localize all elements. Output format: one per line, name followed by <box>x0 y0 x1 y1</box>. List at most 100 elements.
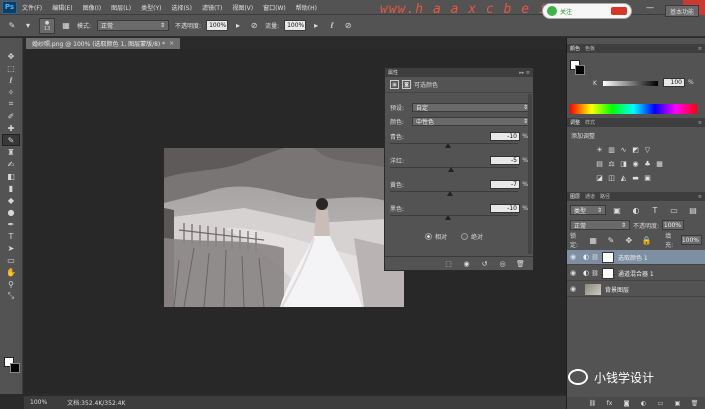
preset-select[interactable]: 自定 ⇕ <box>412 102 532 112</box>
new-adjustment-icon[interactable]: ◐ <box>639 399 648 408</box>
adjustment-icon[interactable]: ▣ <box>390 80 399 89</box>
crop-tool-icon[interactable]: ⌗ <box>2 98 20 110</box>
new-group-icon[interactable]: ▭ <box>656 399 665 408</box>
color-spectrum[interactable] <box>570 104 697 114</box>
black-track[interactable] <box>390 215 518 220</box>
clone-stamp-tool-icon[interactable]: ♜ <box>2 146 20 158</box>
levels-icon[interactable]: ▥ <box>607 145 616 154</box>
eye-icon[interactable]: ◉ <box>567 253 579 261</box>
pressure-opacity-icon[interactable]: ⊘ <box>248 20 260 32</box>
airbrush-icon[interactable]: ℓ <box>326 20 338 32</box>
tool-preset-dropdown-icon[interactable]: ▾ <box>22 20 34 32</box>
magenta-track[interactable] <box>390 167 518 172</box>
cyan-track[interactable] <box>390 143 518 148</box>
switch-colors-icon[interactable]: ⤡ <box>2 290 20 302</box>
absolute-radio[interactable]: 绝对 <box>461 232 483 241</box>
chevron-down-icon[interactable]: ▸ <box>232 20 244 32</box>
clip-to-layer-icon[interactable]: ⬚ <box>444 259 453 268</box>
layer-row[interactable]: ◉ 背景图层 <box>567 282 705 297</box>
layer-opacity-input[interactable]: 100% <box>662 220 685 230</box>
lock-all-icon[interactable]: 🔒 <box>641 234 652 246</box>
eraser-tool-icon[interactable]: ◧ <box>2 170 20 182</box>
chevron-down-icon[interactable]: ▸ <box>310 20 322 32</box>
document-image[interactable] <box>164 148 404 307</box>
colors-select[interactable]: 中性色 ⇕ <box>412 116 532 126</box>
zoom-level[interactable]: 100% <box>30 399 47 406</box>
tab-color[interactable]: 颜色 <box>570 45 580 52</box>
blur-tool-icon[interactable]: ◆ <box>2 194 20 206</box>
menu-window[interactable]: 窗口(W) <box>258 3 291 12</box>
menu-type[interactable]: 类型(Y) <box>136 3 166 12</box>
lock-transparency-icon[interactable]: ▦ <box>588 234 599 246</box>
background-color[interactable] <box>575 65 585 75</box>
exposure-icon[interactable]: ◩ <box>631 145 640 154</box>
kind-filter-select[interactable]: 类型 ⇕ <box>570 205 606 215</box>
brush-panel-icon[interactable]: ▦ <box>60 20 72 32</box>
layer-thumbnail[interactable] <box>585 283 601 295</box>
menu-help[interactable]: 帮助(H) <box>291 3 322 12</box>
background-color[interactable] <box>10 363 20 373</box>
hue-saturation-icon[interactable]: ▤ <box>595 159 604 168</box>
invert-icon[interactable]: ◪ <box>595 173 604 182</box>
blend-mode-select[interactable]: 正常 ⇕ <box>570 220 630 230</box>
path-select-tool-icon[interactable]: ➤ <box>2 242 20 254</box>
color-balance-icon[interactable]: ⚖ <box>607 159 616 168</box>
visibility-icon[interactable]: ◎ <box>498 259 507 268</box>
threshold-icon[interactable]: ◭ <box>619 173 628 182</box>
lock-pixels-icon[interactable]: ✎ <box>606 234 617 246</box>
magenta-thumb[interactable] <box>447 167 454 172</box>
panel-menu-icon[interactable]: ≡ <box>698 194 702 200</box>
tab-channels[interactable]: 通道 <box>585 193 595 200</box>
menu-image[interactable]: 图像(I) <box>78 3 106 12</box>
lasso-tool-icon[interactable]: ℓ <box>2 74 20 86</box>
yellow-track[interactable] <box>390 191 518 196</box>
properties-scrollbar[interactable] <box>528 94 532 254</box>
selective-color-icon[interactable]: ▣ <box>643 173 652 182</box>
panel-menu-icon[interactable]: ▸▸ ≡ <box>519 70 530 76</box>
history-brush-tool-icon[interactable]: ✍ <box>2 158 20 170</box>
brightness-icon[interactable]: ☀ <box>595 145 604 154</box>
add-mask-icon[interactable]: ◙ <box>622 399 631 408</box>
opacity-input[interactable]: 100% <box>206 20 229 31</box>
brush-tool-icon[interactable]: ✎ <box>2 134 20 146</box>
tab-styles[interactable]: 样式 <box>585 119 595 126</box>
menu-layer[interactable]: 图层(L) <box>106 3 136 12</box>
properties-tab[interactable]: 属性 <box>388 69 398 76</box>
link-layers-icon[interactable]: ⛓ <box>588 399 597 408</box>
color-lookup-icon[interactable]: ▦ <box>655 159 664 168</box>
layer-row[interactable]: ◉ ◐ ⛓ 选取颜色 1 <box>567 250 705 265</box>
gradient-map-icon[interactable]: ▬ <box>631 173 640 182</box>
minimize-button[interactable]: — <box>639 0 661 15</box>
shape-tool-icon[interactable]: ▭ <box>2 254 20 266</box>
color-swatches[interactable] <box>4 357 22 375</box>
black-input[interactable]: -10 <box>490 203 520 213</box>
cyan-input[interactable]: -10 <box>490 131 520 141</box>
tab-swatches[interactable]: 色板 <box>585 45 595 52</box>
black-thumb[interactable] <box>444 215 451 220</box>
eyedropper-tool-icon[interactable]: ✐ <box>2 110 20 122</box>
k-slider[interactable] <box>603 81 658 86</box>
menu-file[interactable]: 文件(F) <box>17 3 47 12</box>
eye-icon[interactable]: ◉ <box>567 269 579 277</box>
channel-mixer-icon[interactable]: ♣ <box>643 159 652 168</box>
vibrance-icon[interactable]: ▽ <box>643 145 652 154</box>
pixel-filter-icon[interactable]: ▣ <box>611 204 623 216</box>
move-tool-icon[interactable]: ✥ <box>2 50 20 62</box>
pen-tool-icon[interactable]: ✒ <box>2 218 20 230</box>
panel-menu-icon[interactable]: ≡ <box>698 46 702 52</box>
menu-select[interactable]: 选择(S) <box>166 3 197 12</box>
zoom-tool-icon[interactable]: ⚲ <box>2 278 20 290</box>
mask-icon[interactable]: ◙ <box>402 80 411 89</box>
brush-tool-icon[interactable]: ✎ <box>6 20 18 32</box>
pressure-size-icon[interactable]: ⊘ <box>342 20 354 32</box>
cyan-thumb[interactable] <box>444 143 451 148</box>
menu-edit[interactable]: 编辑(E) <box>47 3 77 12</box>
link-icon[interactable]: ⛓ <box>591 254 599 261</box>
follow-badge[interactable]: 关注 <box>542 3 632 19</box>
close-icon[interactable]: × <box>169 40 174 47</box>
hand-tool-icon[interactable]: ✋ <box>2 266 20 278</box>
mode-select[interactable]: 正常 ⇕ <box>97 20 170 31</box>
reset-icon[interactable]: ↺ <box>480 259 489 268</box>
fill-input[interactable]: 100% <box>680 235 702 245</box>
properties-panel-header[interactable]: 属性 ▸▸ ≡ <box>385 68 533 77</box>
